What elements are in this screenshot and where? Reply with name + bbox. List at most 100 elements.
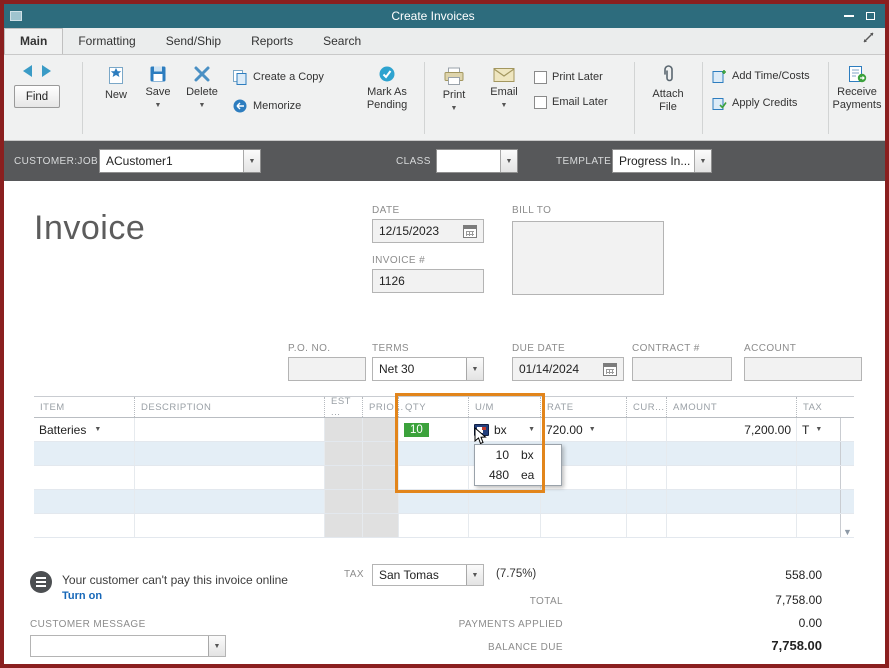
apply-credits-button[interactable]: Apply Credits <box>712 96 824 111</box>
um-option-qty: 10 <box>495 448 509 462</box>
invoice-number-field[interactable]: 1126 <box>372 269 484 293</box>
chevron-down-icon[interactable]: ▼ <box>528 426 535 433</box>
tax-dropdown[interactable]: ▼ <box>466 565 483 585</box>
invoice-number-label: INVOICE # <box>372 255 426 266</box>
chevron-down-icon: ▼ <box>213 642 221 650</box>
save-dropdown-icon[interactable]: ▼ <box>155 102 162 109</box>
terms-dropdown[interactable]: ▼ <box>466 358 483 380</box>
create-copy-label: Create a Copy <box>253 71 324 83</box>
delete-button[interactable]: Delete ▼ <box>180 65 224 109</box>
account-field[interactable] <box>744 357 862 381</box>
forward-arrow-icon[interactable] <box>42 65 51 77</box>
add-time-costs-button[interactable]: Add Time/Costs <box>712 69 824 84</box>
table-row[interactable] <box>34 466 854 490</box>
ribbon-tabs: Main Formatting Send/Ship Reports Search <box>4 28 885 55</box>
um-value: bx <box>494 422 507 437</box>
print-later-label: Print Later <box>552 71 603 83</box>
attach-file-label: Attach File <box>652 88 684 113</box>
due-date-field[interactable]: 01/14/2024 <box>512 357 624 381</box>
customer-message-combo[interactable]: ▼ <box>30 635 226 657</box>
delete-dropdown-icon[interactable]: ▼ <box>199 102 206 109</box>
print-later-checkbox[interactable] <box>534 71 547 84</box>
cur-cell[interactable] <box>626 418 666 441</box>
email-later-checkbox[interactable] <box>534 96 547 109</box>
print-button[interactable]: Print ▼ <box>432 67 476 112</box>
table-row[interactable] <box>34 490 854 514</box>
tab-send-ship[interactable]: Send/Ship <box>151 29 236 54</box>
email-label: Email <box>490 86 518 98</box>
template-combo[interactable]: Progress In... ▼ <box>612 149 712 173</box>
contract-number-field[interactable] <box>632 357 732 381</box>
tab-formatting[interactable]: Formatting <box>63 29 150 54</box>
tax-rate: (7.75%) <box>496 568 537 580</box>
memorize-button[interactable]: Memorize <box>232 98 350 114</box>
attach-file-icon <box>664 65 673 82</box>
description-cell[interactable] <box>134 418 324 441</box>
date-field[interactable]: 12/15/2023 <box>372 219 484 243</box>
save-button[interactable]: Save ▼ <box>138 65 178 109</box>
email-dropdown-icon[interactable]: ▼ <box>501 102 508 109</box>
invoice-body: Invoice DATE 12/15/2023 INVOICE # 1126 B… <box>4 181 885 664</box>
create-copy-button[interactable]: Create a Copy <box>232 69 350 86</box>
bill-to-label: BILL TO <box>512 205 552 216</box>
due-date-label: DUE DATE <box>512 343 566 354</box>
tax-cell[interactable]: T ▼ <box>796 418 840 441</box>
bill-to-field[interactable] <box>512 221 664 295</box>
item-cell[interactable]: Batteries ▼ <box>34 418 134 441</box>
tab-reports[interactable]: Reports <box>236 29 308 54</box>
delete-label: Delete <box>186 86 218 98</box>
header-rate: RATE <box>540 397 626 417</box>
rate-cell[interactable]: 720.00 ▼ <box>540 418 626 441</box>
calendar-icon[interactable] <box>463 224 477 238</box>
qty-cell[interactable]: 10 <box>398 418 468 441</box>
customer-job-dropdown[interactable]: ▼ <box>243 150 260 172</box>
table-header-row: ITEM DESCRIPTION EST ... PRIO... QTY U/M… <box>34 396 854 418</box>
class-dropdown[interactable]: ▼ <box>500 150 517 172</box>
receive-payments-button[interactable]: Receive Payments <box>832 65 882 112</box>
po-number-field[interactable] <box>288 357 366 381</box>
table-row[interactable] <box>34 442 854 466</box>
customer-job-combo[interactable]: ACustomer1 ▼ <box>99 149 261 173</box>
turn-on-link[interactable]: Turn on <box>62 590 102 602</box>
class-combo[interactable]: ▼ <box>436 149 518 173</box>
tax-footer-label: TAX <box>344 569 364 580</box>
receive-payments-icon <box>848 66 866 83</box>
chevron-down-icon[interactable]: ▼ <box>94 426 101 433</box>
tab-search[interactable]: Search <box>308 29 376 54</box>
template-dropdown[interactable]: ▼ <box>694 150 711 172</box>
chevron-down-icon: ▼ <box>505 157 513 165</box>
collapse-ribbon-button[interactable] <box>862 31 875 49</box>
amount-cell[interactable]: 7,200.00 <box>666 418 796 441</box>
um-option[interactable]: 480 ea <box>475 465 561 485</box>
mark-pending-button[interactable]: Mark As Pending <box>356 65 418 112</box>
find-button[interactable]: Find <box>14 85 60 108</box>
tab-main[interactable]: Main <box>4 28 64 54</box>
print-icon <box>444 67 464 85</box>
table-scroll-down[interactable]: ▼ <box>840 514 854 537</box>
print-dropdown-icon[interactable]: ▼ <box>451 105 458 112</box>
est-cell <box>324 418 362 441</box>
back-arrow-icon[interactable] <box>23 65 32 77</box>
payments-applied-label: PAYMENTS APPLIED <box>458 619 563 630</box>
table-row: Batteries ▼ 10 bx ▼ 720.00 ▼ 7,200.00 T … <box>34 418 854 442</box>
email-button[interactable]: Email ▼ <box>482 67 526 109</box>
calendar-icon[interactable] <box>603 362 617 376</box>
minimize-button[interactable] <box>844 15 854 17</box>
terms-combo[interactable]: Net 30 ▼ <box>372 357 484 381</box>
header-qty: QTY <box>398 397 468 417</box>
new-button[interactable]: New <box>96 65 136 102</box>
chevron-down-icon[interactable]: ▼ <box>589 426 596 433</box>
line-items-table: ITEM DESCRIPTION EST ... PRIO... QTY U/M… <box>34 396 854 538</box>
toolbar-separator <box>702 62 703 134</box>
table-row[interactable]: ▼ <box>34 514 854 538</box>
table-scrollbar[interactable] <box>840 418 854 441</box>
due-date-value: 01/14/2024 <box>519 362 580 376</box>
prio-cell <box>362 418 398 441</box>
invoice-heading: Invoice <box>34 209 146 247</box>
chevron-down-icon[interactable]: ▼ <box>815 426 822 433</box>
attach-file-button[interactable]: Attach File <box>642 65 694 114</box>
um-option[interactable]: 10 bx <box>475 445 561 465</box>
restore-button[interactable] <box>866 12 875 20</box>
customer-message-dropdown[interactable]: ▼ <box>208 636 225 656</box>
tax-combo[interactable]: San Tomas ▼ <box>372 564 484 586</box>
